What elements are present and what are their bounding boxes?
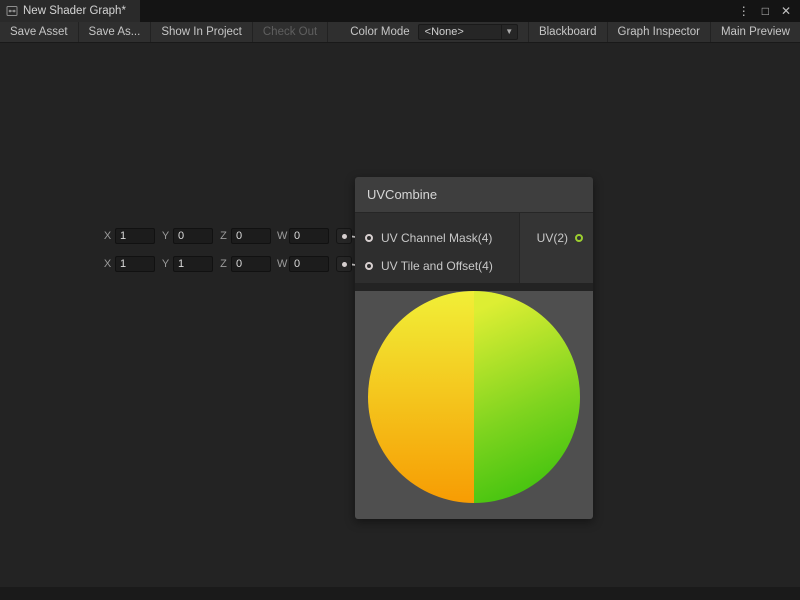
output-port[interactable]	[575, 234, 583, 242]
vector-field-label-y: Y	[161, 258, 170, 270]
vector-field-x[interactable]	[115, 228, 155, 244]
color-mode-label: Color Mode	[350, 26, 409, 38]
node-title[interactable]: UVCombine	[355, 177, 593, 213]
titlebar: New Shader Graph* ⋮ □ ✕	[0, 0, 800, 22]
color-mode-dropdown[interactable]: <None> ▼	[418, 24, 518, 40]
save-as-button[interactable]: Save As...	[79, 22, 152, 42]
vector-field-z[interactable]	[231, 228, 271, 244]
vector-field-y[interactable]	[173, 228, 213, 244]
port-stub[interactable]	[336, 228, 352, 244]
node-uvcombine[interactable]: UVCombine UV Channel Mask(4) UV Tile and…	[355, 177, 593, 519]
output-port-row: UV(2)	[520, 224, 593, 252]
window-controls: ⋮ □ ✕	[738, 0, 800, 22]
port-stub[interactable]	[336, 256, 352, 272]
graph-inspector-button[interactable]: Graph Inspector	[607, 22, 710, 42]
sphere-left-half	[368, 291, 474, 503]
node-inputs: UV Channel Mask(4) UV Tile and Offset(4)	[355, 213, 519, 283]
input-port-row: UV Channel Mask(4)	[355, 224, 519, 252]
chevron-down-icon: ▼	[501, 25, 517, 39]
graph-canvas[interactable]: X Y Z W X Y Z W UVCombine	[0, 43, 800, 587]
tab-title: New Shader Graph*	[23, 5, 126, 17]
vector-field-z[interactable]	[231, 256, 271, 272]
input-port-label: UV Channel Mask(4)	[381, 231, 492, 245]
node-body: UV Channel Mask(4) UV Tile and Offset(4)…	[355, 213, 593, 283]
color-mode-value: <None>	[419, 26, 501, 38]
vector-field-label-x: X	[103, 258, 112, 270]
vector4-input-row: X Y Z W	[103, 255, 352, 273]
main-preview-button[interactable]: Main Preview	[710, 22, 800, 42]
vector-field-x[interactable]	[115, 256, 155, 272]
vector-field-label-w: W	[277, 230, 286, 242]
sphere-right-half	[474, 291, 580, 503]
shader-graph-icon	[6, 5, 18, 17]
vector-field-w[interactable]	[289, 228, 329, 244]
toolbar-spacer	[518, 22, 528, 42]
toolbar: Save Asset Save As... Show In Project Ch…	[0, 22, 800, 43]
input-port-label: UV Tile and Offset(4)	[381, 259, 493, 273]
node-outputs: UV(2)	[519, 213, 593, 283]
input-port[interactable]	[365, 234, 373, 242]
preview-sphere	[368, 291, 580, 503]
vector-field-label-z: Z	[219, 258, 228, 270]
vector-field-label-w: W	[277, 258, 286, 270]
port-stub-dot	[342, 262, 347, 267]
show-in-project-button[interactable]: Show In Project	[151, 22, 253, 42]
save-asset-button[interactable]: Save Asset	[0, 22, 79, 42]
output-port-label: UV(2)	[537, 231, 568, 245]
shader-graph-window: New Shader Graph* ⋮ □ ✕ Save Asset Save …	[0, 0, 800, 600]
kebab-menu-icon[interactable]: ⋮	[738, 5, 750, 17]
vector-field-label-y: Y	[161, 230, 170, 242]
vector-field-y[interactable]	[173, 256, 213, 272]
port-stub-dot	[342, 234, 347, 239]
input-port[interactable]	[365, 262, 373, 270]
maximize-icon[interactable]: □	[762, 5, 769, 17]
tab-new-shader-graph[interactable]: New Shader Graph*	[0, 0, 140, 22]
check-out-button: Check Out	[253, 22, 328, 42]
vector-field-w[interactable]	[289, 256, 329, 272]
node-preview	[355, 291, 593, 519]
blackboard-button[interactable]: Blackboard	[528, 22, 607, 42]
vector4-input-row: X Y Z W	[103, 227, 352, 245]
close-icon[interactable]: ✕	[781, 5, 791, 17]
vector-field-label-z: Z	[219, 230, 228, 242]
vector-field-label-x: X	[103, 230, 112, 242]
input-port-row: UV Tile and Offset(4)	[355, 252, 519, 280]
window-bottom-edge	[0, 587, 800, 600]
